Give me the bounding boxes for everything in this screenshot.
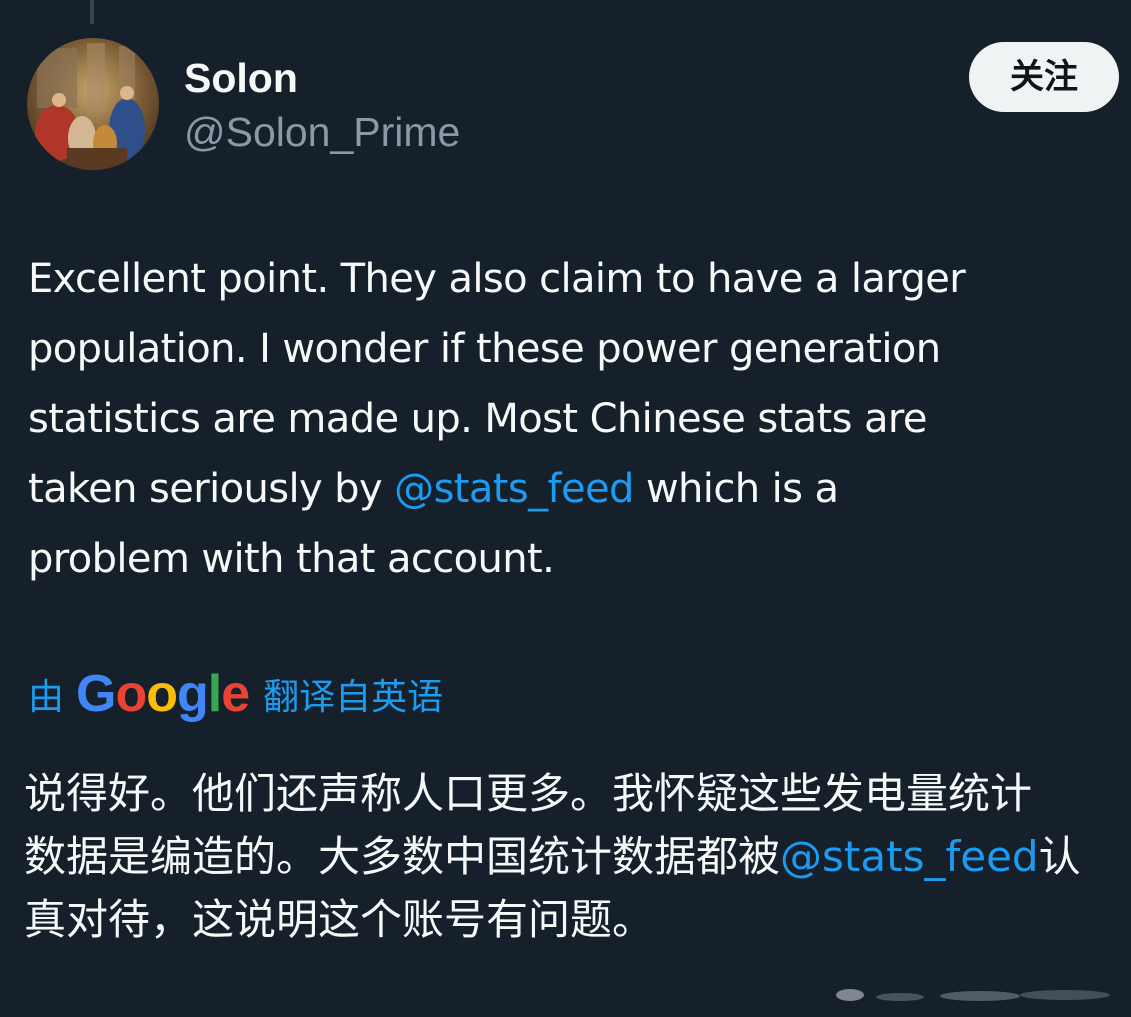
- avatar-painting-image: [27, 38, 159, 170]
- translated-text-segment: 认: [1038, 832, 1081, 881]
- translated-text-segment: 数据是编造的。大多数中国统计数据都被: [24, 832, 781, 881]
- author-display-name[interactable]: Solon: [184, 52, 298, 104]
- tweet-text-segment: taken seriously by: [28, 466, 395, 512]
- translated-tweet-text: 说得好。他们还声称人口更多。我怀疑这些发电量统计 数据是编造的。大多数中国统计数…: [24, 762, 1131, 951]
- tweet-line: statistics are made up. Most Chinese sta…: [28, 396, 927, 442]
- avatar[interactable]: [27, 38, 159, 170]
- translated-line: 真对待，这说明这个账号有问题。: [24, 895, 655, 944]
- translated-line: 说得好。他们还声称人口更多。我怀疑这些发电量统计: [24, 769, 1033, 818]
- translated-mention-link[interactable]: @stats_feed: [780, 832, 1039, 881]
- follow-button[interactable]: 关注: [969, 42, 1119, 112]
- tweet-text: Excellent point. They also claim to have…: [28, 244, 1128, 594]
- translation-prefix: 由: [28, 677, 65, 718]
- tweet-line: population. I wonder if these power gene…: [28, 326, 941, 372]
- mention-link[interactable]: @stats_feed: [394, 466, 634, 512]
- translation-attribution[interactable]: 由 Google 翻译自英语: [28, 664, 443, 724]
- google-logo: Google: [76, 665, 250, 723]
- tweet-line: problem with that account.: [28, 536, 555, 582]
- tweet-line: Excellent point. They also claim to have…: [28, 256, 966, 302]
- translated-line: 数据是编造的。大多数中国统计数据都被@stats_feed认: [24, 825, 1131, 888]
- thread-connector-line: [90, 0, 94, 24]
- watermark-smudge: [836, 989, 1110, 1001]
- translation-suffix: 翻译自英语: [263, 677, 444, 718]
- tweet-text-segment: which is a: [633, 466, 839, 512]
- author-handle[interactable]: @Solon_Prime: [184, 106, 460, 158]
